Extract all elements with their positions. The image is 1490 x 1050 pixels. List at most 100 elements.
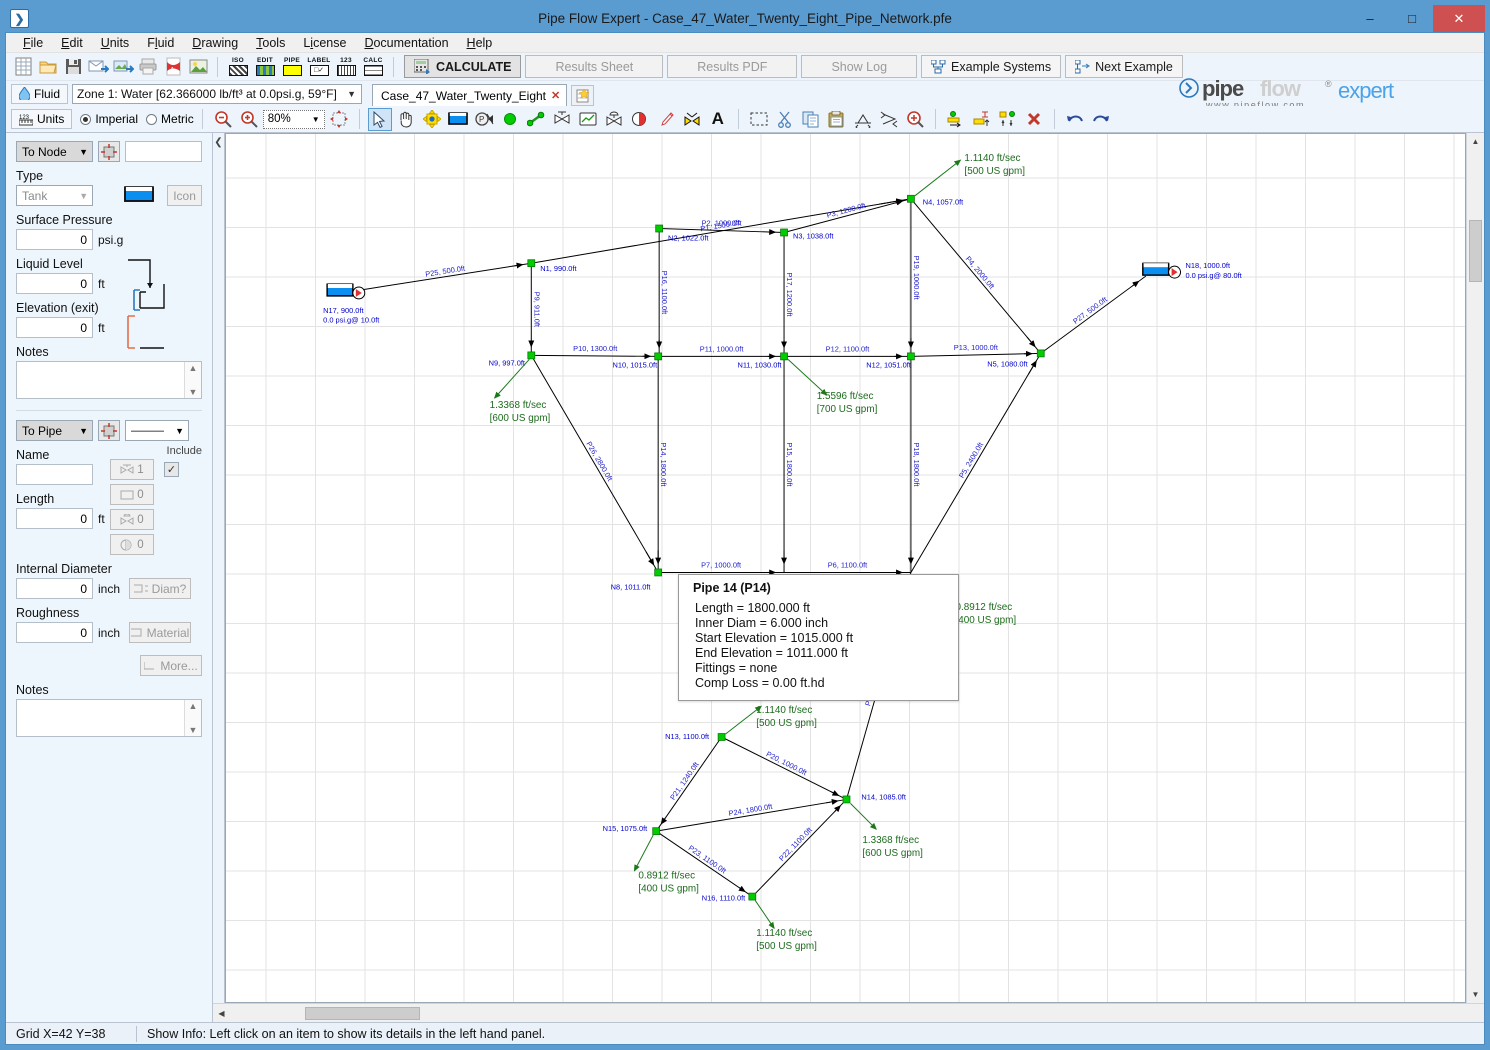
fit-to-window-icon[interactable]	[327, 108, 351, 131]
numbers-icon[interactable]: 123	[333, 54, 359, 79]
delete-icon[interactable]	[1022, 108, 1046, 131]
imperial-radio[interactable]: Imperial	[80, 112, 138, 126]
pipe-name-input[interactable]	[16, 464, 93, 485]
redo-icon[interactable]	[1089, 108, 1113, 131]
pipe-icon[interactable]: PIPE	[279, 54, 305, 79]
cut-icon[interactable]	[773, 108, 797, 131]
tab-case47[interactable]: Case_47_Water_Twenty_Eight ✕	[372, 84, 568, 106]
node-notes-scrollbar[interactable]: ▲ ▼	[184, 362, 201, 398]
network-diagram[interactable]: P25, 500.0ftP1, 1500.0ftP2, 1000.0ftP3, …	[226, 134, 1465, 1002]
node-notes-textarea[interactable]: ▲ ▼	[16, 361, 202, 399]
results-pdf-button[interactable]: Results PDF	[667, 55, 798, 78]
menu-documentation[interactable]: Documentation	[355, 34, 457, 52]
roughness-input[interactable]: 0	[16, 622, 93, 643]
node-name-input[interactable]	[125, 141, 202, 162]
icon-button[interactable]: Icon	[167, 185, 202, 206]
internal-diameter-input[interactable]: 0	[16, 578, 93, 599]
more-button[interactable]: More...	[140, 655, 202, 676]
select-arrow-icon[interactable]	[367, 107, 392, 131]
valve-icon[interactable]	[550, 108, 574, 131]
fittings-button[interactable]: 1	[110, 459, 154, 480]
menu-units[interactable]: Units	[92, 34, 138, 52]
pumps-button[interactable]: 0	[110, 534, 154, 555]
metric-radio[interactable]: Metric	[146, 112, 194, 126]
vertical-scroll-thumb[interactable]	[1469, 220, 1482, 282]
zoom-in-icon[interactable]	[237, 108, 261, 131]
node-selector-combo[interactable]: To Node ▼	[16, 141, 93, 162]
flip-vertical-icon[interactable]	[851, 108, 875, 131]
menu-file[interactable]: File	[14, 34, 52, 52]
next-example-button[interactable]: Next Example	[1065, 55, 1183, 78]
calc-icon[interactable]: CALC	[360, 54, 386, 79]
pipe-notes-scrollbar[interactable]: ▲ ▼	[184, 700, 201, 736]
distribute-icon[interactable]	[996, 108, 1020, 131]
align-node-icon[interactable]	[944, 108, 968, 131]
vertical-scrollbar[interactable]: ▲ ▼	[1466, 133, 1484, 1003]
menu-fluid[interactable]: Fluid	[138, 34, 183, 52]
node-pick-button[interactable]	[98, 141, 120, 162]
copy-icon[interactable]	[799, 108, 823, 131]
menu-license[interactable]: License	[294, 34, 355, 52]
pipe-draw-icon[interactable]	[524, 108, 548, 131]
control-valve-icon[interactable]	[602, 108, 626, 131]
node-type-combo[interactable]: Tank ▼	[16, 185, 94, 206]
pump-curve-icon[interactable]	[628, 108, 652, 131]
collapse-panel-button[interactable]: ❮	[213, 133, 225, 1003]
pipe-selector-combo[interactable]: To Pipe ▼	[16, 420, 93, 441]
print-icon[interactable]	[136, 55, 160, 79]
pencil-icon[interactable]	[654, 108, 678, 131]
scroll-down-icon[interactable]: ▼	[1467, 986, 1484, 1003]
marquee-select-icon[interactable]	[747, 108, 771, 131]
menu-help[interactable]: Help	[458, 34, 502, 52]
pipe-notes-textarea[interactable]: ▲ ▼	[16, 699, 202, 737]
horizontal-scroll-thumb[interactable]	[305, 1006, 420, 1020]
save-disk-icon[interactable]	[61, 55, 85, 79]
include-checkbox[interactable]: ✓	[164, 462, 179, 477]
pump-icon[interactable]: P	[472, 108, 496, 131]
pan-hand-icon[interactable]	[394, 108, 418, 131]
valves-button[interactable]: 0	[110, 509, 154, 530]
scroll-up-icon[interactable]: ▲	[1467, 133, 1484, 150]
label-icon[interactable]: LABEL □✓	[306, 54, 332, 79]
picture-icon[interactable]	[186, 55, 210, 79]
example-systems-button[interactable]: Example Systems	[921, 55, 1062, 78]
menu-edit[interactable]: Edit	[52, 34, 92, 52]
liquid-level-input[interactable]: 0	[16, 273, 93, 294]
tank-icon[interactable]	[446, 108, 470, 131]
flip-horizontal-icon[interactable]	[877, 108, 901, 131]
zoom-out-icon[interactable]	[211, 108, 235, 131]
diameter-button[interactable]: Diam?	[129, 578, 192, 599]
menu-drawing[interactable]: Drawing	[183, 34, 247, 52]
flow-demand-icon[interactable]	[680, 108, 704, 131]
pipe-length-input[interactable]: 0	[16, 508, 93, 529]
node-icon[interactable]	[498, 108, 522, 131]
close-icon[interactable]: ✕	[551, 89, 560, 102]
network-canvas[interactable]: P25, 500.0ft P1, 1500.0ft P2, 1000.0ft P3, …	[225, 133, 1466, 1003]
move-node-icon[interactable]	[420, 108, 444, 131]
results-sheet-button[interactable]: Results Sheet	[525, 55, 664, 78]
elevation-exit-input[interactable]: 0	[16, 317, 93, 338]
undo-icon[interactable]	[1063, 108, 1087, 131]
align-elevation-icon[interactable]	[970, 108, 994, 131]
text-icon[interactable]: A	[706, 108, 730, 131]
pdf-icon[interactable]: A	[161, 55, 185, 79]
material-button[interactable]: Material	[129, 622, 192, 643]
fluid-button[interactable]: Fluid	[11, 83, 69, 104]
new-tab-button[interactable]	[571, 85, 595, 106]
surface-pressure-input[interactable]: 0	[16, 229, 93, 250]
paste-icon[interactable]	[825, 108, 849, 131]
new-sheet-icon[interactable]	[11, 55, 35, 79]
open-folder-icon[interactable]	[36, 55, 60, 79]
show-log-button[interactable]: Show Log	[801, 55, 918, 78]
iso-icon[interactable]: ISO	[225, 54, 251, 79]
pipe-pick-button[interactable]	[98, 420, 120, 441]
units-button[interactable]: 123 Units	[11, 109, 73, 129]
fluid-zone-combo[interactable]: Zone 1: Water [62.366000 lb/ft³ at 0.0ps…	[72, 83, 363, 104]
email-icon[interactable]	[86, 55, 110, 79]
pipe-linestyle-combo[interactable]: ——— ▼	[125, 420, 189, 441]
export-image-icon[interactable]	[111, 55, 135, 79]
chart-icon[interactable]	[576, 108, 600, 131]
horizontal-scrollbar[interactable]: ◀	[213, 1003, 1484, 1022]
menu-tools[interactable]: Tools	[247, 34, 294, 52]
scroll-left-icon[interactable]: ◀	[213, 1005, 230, 1022]
